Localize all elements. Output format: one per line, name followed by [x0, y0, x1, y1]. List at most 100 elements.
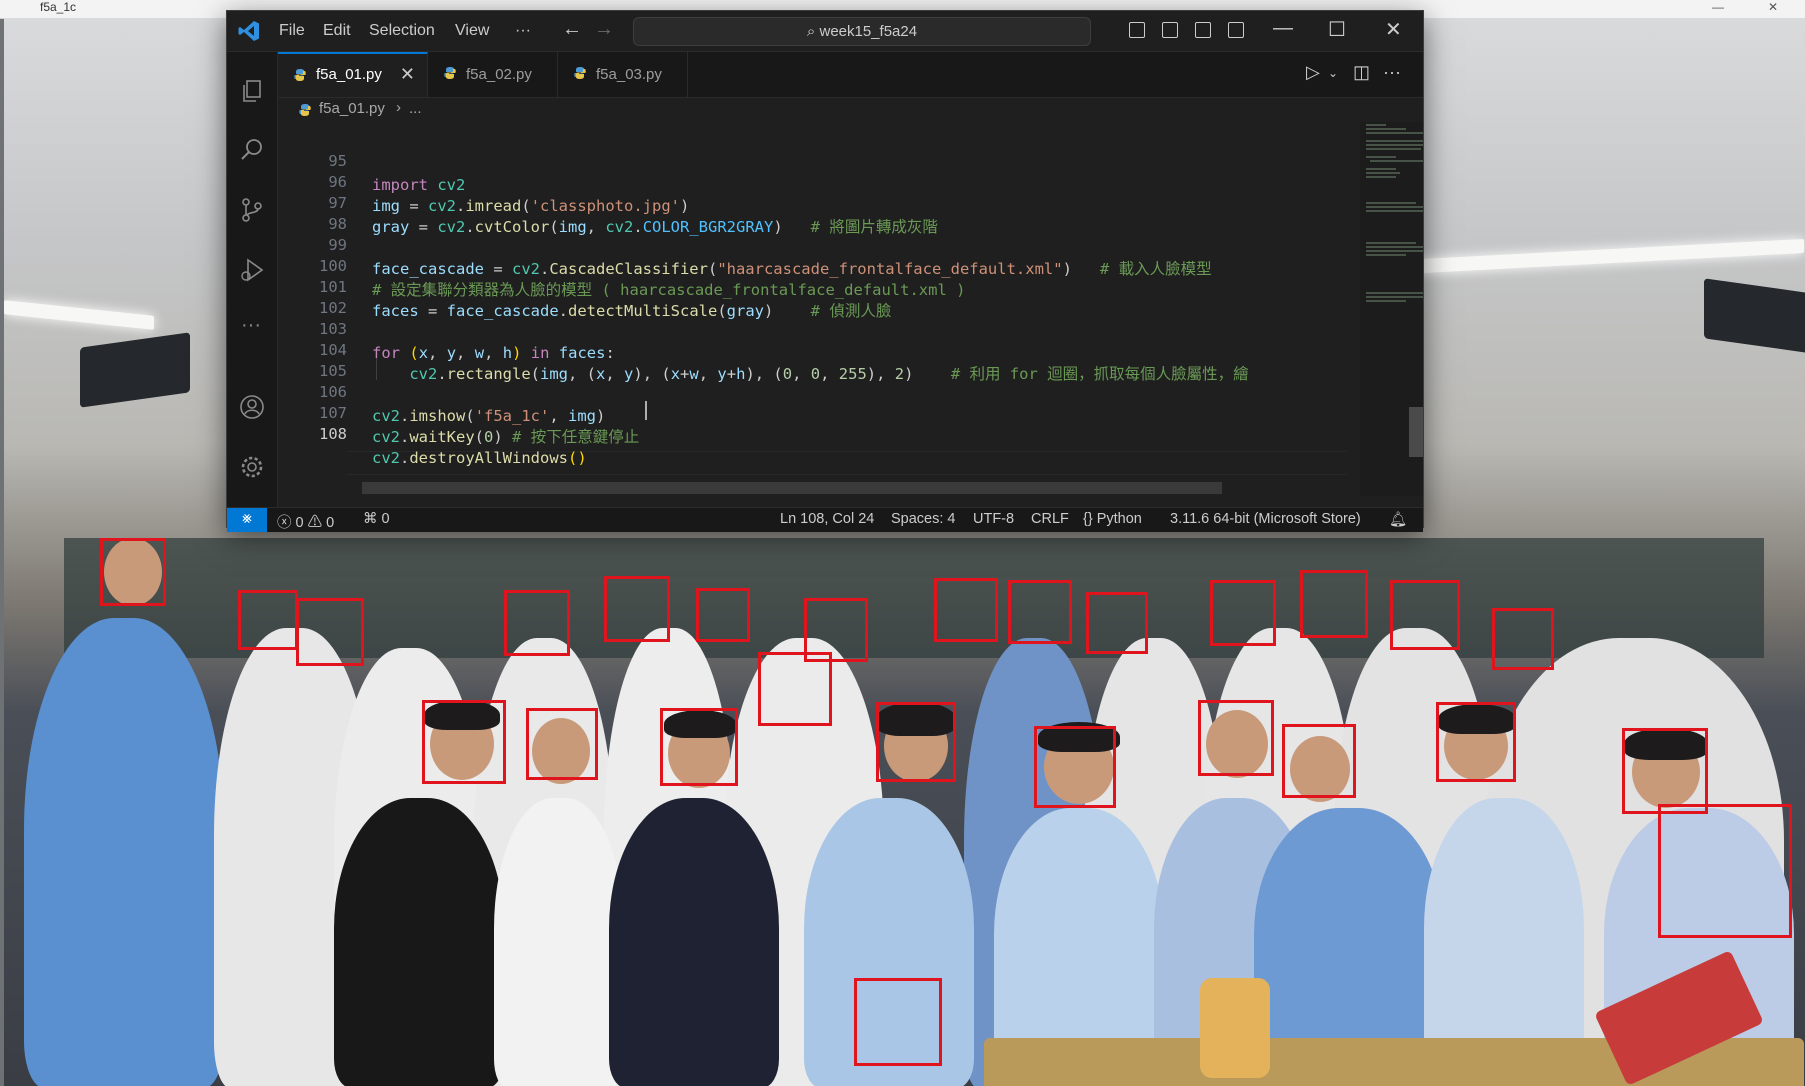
menu-edit[interactable]: Edit [323, 22, 351, 40]
language-mode[interactable]: {} Python [1083, 511, 1142, 527]
code-text: faces = face_cascade.detectMultiScale(gr… [372, 302, 892, 320]
face-detection-box [1198, 700, 1274, 776]
toggle-primary-sidebar-icon[interactable] [1129, 22, 1145, 38]
snack-jar [1200, 978, 1270, 1078]
python-file-icon [444, 67, 456, 79]
ceiling-light [1384, 238, 1804, 276]
face-detection-box [934, 578, 998, 642]
face-detection-box [1390, 580, 1460, 650]
face-detection-box [296, 598, 364, 666]
face-detection-box [1622, 728, 1708, 814]
accounts-icon[interactable] [239, 394, 265, 420]
code-text: cv2.rectangle(img, (x, y), (x+w, y+h), (… [409, 365, 1249, 383]
breadcrumb-separator-icon: › [396, 99, 401, 116]
vertical-scrollbar[interactable] [1409, 407, 1423, 457]
tab-f5a-02[interactable]: f5a_02.py [428, 52, 558, 97]
face-detection-box [604, 576, 670, 642]
minimize-icon[interactable]: — [1273, 17, 1293, 40]
more-views-icon[interactable]: ··· [241, 314, 261, 337]
face-detection-box [1658, 804, 1792, 938]
menu-selection[interactable]: Selection [369, 22, 435, 40]
settings-gear-icon[interactable] [239, 454, 265, 480]
code-editor[interactable]: 95 import cv2 96 img = cv2.imread('class… [278, 122, 1423, 496]
command-center-search[interactable]: ⌕ week15_f5a24 [633, 17, 1091, 46]
minimap-line [1366, 148, 1421, 150]
run-dropdown-chevron-icon[interactable]: ⌄ [1328, 66, 1338, 80]
minimap-line [1366, 242, 1416, 244]
braces-icon: {} [1083, 511, 1093, 527]
title-bar[interactable]: File Edit Selection View ··· ← → ⌕ week1… [227, 11, 1423, 52]
face-detection-box [100, 538, 166, 606]
end-of-line-sequence[interactable]: CRLF [1031, 511, 1069, 527]
remote-indicator-icon[interactable]: ⨳ [227, 508, 267, 532]
minimap-line [1366, 140, 1423, 142]
photo-close-icon[interactable]: ✕ [1768, 0, 1778, 14]
text-cursor [645, 401, 647, 420]
cursor-position[interactable]: Ln 108, Col 24 [780, 511, 874, 527]
tab-label: f5a_01.py [316, 66, 382, 83]
ceiling-light [4, 300, 154, 330]
minimap-line [1366, 144, 1423, 146]
toggle-secondary-sidebar-icon[interactable] [1195, 22, 1211, 38]
close-icon[interactable]: ✕ [1385, 17, 1402, 42]
menu-view[interactable]: View [455, 22, 489, 40]
minimap-line [1370, 160, 1423, 162]
split-editor-icon[interactable]: ◫ [1353, 62, 1370, 83]
face-detection-box [1086, 592, 1148, 654]
ports-count: 0 [381, 511, 390, 527]
minimap-line [1366, 254, 1406, 256]
minimap-line [1366, 132, 1423, 134]
notifications-bell-icon[interactable]: 🔔︎ [1389, 511, 1407, 528]
ports-indicator[interactable]: ⌘ 0 [363, 511, 390, 527]
explorer-icon[interactable] [239, 78, 265, 104]
python-file-icon [294, 69, 306, 81]
minimap-line [1366, 124, 1386, 126]
file-encoding[interactable]: UTF-8 [973, 511, 1014, 527]
student-figure [494, 798, 624, 1086]
breadcrumb-symbols[interactable]: ... [409, 100, 422, 117]
source-control-icon[interactable] [239, 197, 265, 223]
horizontal-scrollbar[interactable] [362, 482, 1222, 494]
python-file-icon [299, 104, 311, 116]
customize-layout-icon[interactable] [1228, 22, 1244, 38]
minimap-line [1366, 128, 1406, 130]
tab-f5a-03[interactable]: f5a_03.py [558, 52, 688, 97]
face-detection-box [504, 590, 570, 656]
face-detection-box [696, 588, 750, 642]
indentation-setting[interactable]: Spaces: 4 [891, 511, 956, 527]
problems-indicator[interactable]: ⓧ 0 ⚠ 0 [277, 511, 334, 532]
editor-tab-bar: f5a_01.py ✕ f5a_02.py f5a_03.py ▷ ⌄ ◫ ··… [278, 52, 1423, 98]
back-arrow-icon[interactable]: ← [562, 18, 582, 41]
minimap-line [1366, 206, 1423, 208]
face-detection-box [854, 978, 942, 1066]
student-figure [609, 798, 779, 1086]
minimap-line [1366, 296, 1423, 298]
minimap-line [1366, 292, 1423, 294]
forward-arrow-icon[interactable]: → [594, 18, 614, 41]
warning-icon: ⚠ [307, 515, 323, 531]
breadcrumb-file[interactable]: f5a_01.py [319, 100, 385, 117]
menu-more[interactable]: ··· [515, 22, 531, 40]
toggle-panel-icon[interactable] [1162, 22, 1178, 38]
minimap-line [1366, 172, 1400, 174]
minimap-line [1366, 176, 1396, 178]
minimap-line [1366, 210, 1423, 212]
tab-f5a-01[interactable]: f5a_01.py ✕ [278, 52, 428, 97]
minimap-line [1366, 250, 1423, 252]
menu-file[interactable]: File [279, 22, 305, 40]
vscode-window: File Edit Selection View ··· ← → ⌕ week1… [226, 10, 1424, 532]
maximize-icon[interactable]: ☐ [1328, 17, 1346, 42]
more-actions-icon[interactable]: ··· [1383, 62, 1401, 83]
close-tab-icon[interactable]: ✕ [400, 54, 415, 95]
error-icon: ⓧ [277, 515, 292, 531]
python-file-icon [574, 67, 586, 79]
search-icon[interactable] [239, 137, 265, 163]
language-label: Python [1096, 511, 1142, 527]
face-detection-box [422, 700, 506, 784]
run-and-debug-icon[interactable] [239, 257, 265, 283]
python-interpreter[interactable]: 3.11.6 64-bit (Microsoft Store) [1170, 511, 1361, 527]
face-detection-box [758, 652, 832, 726]
photo-minimize-icon[interactable]: — [1712, 0, 1724, 14]
run-python-file-icon[interactable]: ▷ [1306, 62, 1320, 83]
warning-count: 0 [326, 515, 335, 531]
